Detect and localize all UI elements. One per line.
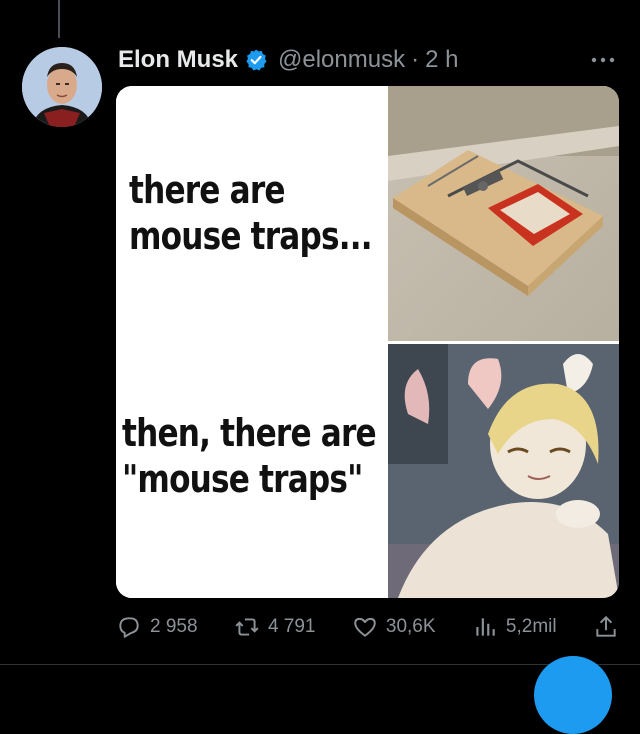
- heart-icon: [354, 617, 376, 637]
- caption-top-line1: there are: [129, 168, 286, 212]
- reply-button[interactable]: 2 958: [116, 614, 198, 640]
- meme-text-panel: there are mouse traps... then, there are…: [116, 86, 386, 598]
- retweet-button[interactable]: 4 791: [234, 614, 316, 640]
- tweet-media[interactable]: there are mouse traps... then, there are…: [116, 86, 619, 598]
- views-count: 5,2mil: [505, 616, 557, 637]
- retweet-count: 4 791: [267, 616, 316, 637]
- like-count: 30,6K: [385, 616, 436, 637]
- caption-bottom: then, there are "mouse traps": [122, 411, 384, 502]
- tweet-divider: [0, 664, 640, 665]
- tweet-actions: 2 958 4 791 30,6K 5,2mil: [116, 612, 619, 642]
- caption-top: there are mouse traps...: [129, 168, 383, 259]
- views-chart-icon: [476, 618, 495, 636]
- share-icon: [596, 615, 616, 637]
- reply-count: 2 958: [150, 616, 198, 637]
- compose-tweet-button[interactable]: [534, 656, 612, 734]
- tweet-header: Elon Musk @elonmusk · 2 h: [118, 42, 458, 78]
- avatar[interactable]: [22, 47, 102, 127]
- retweet-icon: [235, 618, 259, 636]
- reply-icon: [119, 617, 139, 638]
- author-handle[interactable]: @elonmusk: [278, 46, 405, 74]
- separator-dot: ·: [411, 46, 420, 73]
- cartoon-mouse-illustration: [388, 344, 619, 598]
- like-button[interactable]: 30,6K: [352, 614, 436, 640]
- author-name[interactable]: Elon Musk: [118, 46, 238, 74]
- views-button[interactable]: 5,2mil: [472, 614, 557, 640]
- timestamp[interactable]: 2 h: [425, 46, 458, 74]
- mouse-trap-photo: [388, 86, 619, 341]
- share-button[interactable]: [593, 614, 619, 640]
- verified-badge-icon: [244, 48, 268, 72]
- caption-bottom-line2: "mouse traps": [122, 456, 363, 501]
- thread-connector-line: [58, 0, 60, 38]
- caption-bottom-line1: then, there are: [122, 411, 377, 455]
- more-horizontal-icon[interactable]: [588, 50, 618, 70]
- caption-top-line2: mouse traps...: [129, 213, 373, 258]
- avatar-image: [22, 47, 102, 127]
